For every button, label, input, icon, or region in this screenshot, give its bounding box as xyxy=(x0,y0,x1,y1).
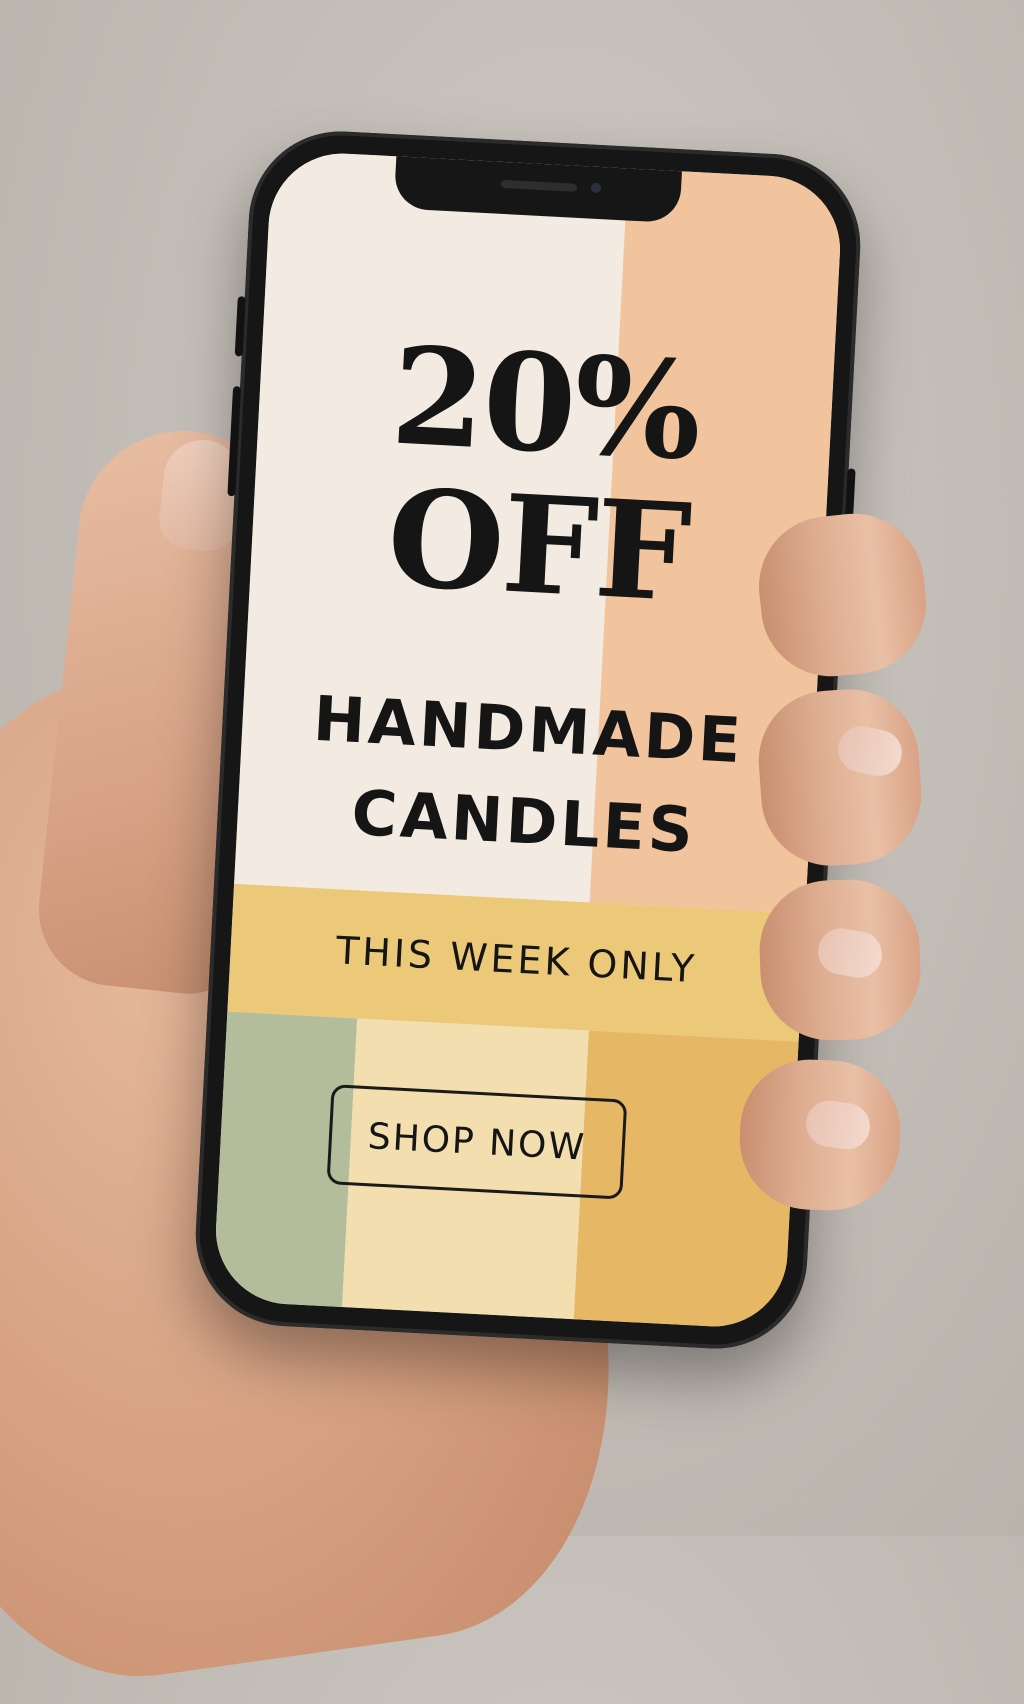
power-button xyxy=(839,468,856,629)
ring-fingernail xyxy=(814,924,886,982)
volume-button xyxy=(227,386,242,497)
front-camera xyxy=(590,182,602,194)
speaker-grille xyxy=(500,179,578,192)
shop-now-button[interactable]: SHOP NOW xyxy=(326,1084,628,1200)
discount-headline: 20% OFF xyxy=(249,317,835,633)
discount-word: OFF xyxy=(383,458,693,633)
phone-screen: 20% OFF HANDMADE CANDLES THIS WEEK ONLY … xyxy=(212,149,844,1331)
phone: 20% OFF HANDMADE CANDLES THIS WEEK ONLY … xyxy=(191,126,865,1354)
middle-fingernail xyxy=(833,721,907,781)
product-title: HANDMADE CANDLES xyxy=(236,669,817,883)
mute-switch xyxy=(234,296,246,357)
